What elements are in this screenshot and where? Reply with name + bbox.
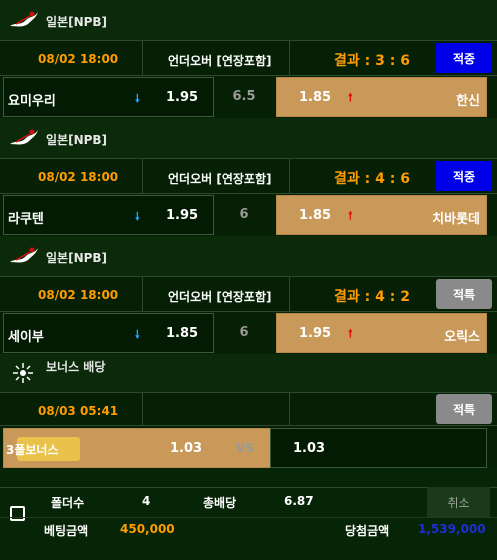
game-result: 결과 : 3 : 6 [334, 53, 410, 69]
home-team: 세이부 [8, 330, 44, 345]
status-badge: 적특 [436, 394, 492, 424]
market-type: 언더오버 [연장포함] [168, 290, 272, 304]
win-amount-value: 1,539,000 [418, 522, 486, 536]
bet-row: 요미우리 🠗 1.95 6.5 1.85 🠕 한신 [0, 76, 497, 118]
win-amount-label: 당첨금액 [345, 524, 390, 538]
japan-flag-icon [10, 247, 38, 263]
away-odds: 1.95 [299, 326, 332, 341]
game-time: 08/02 18:00 [38, 170, 119, 184]
japan-flag-icon [10, 129, 38, 145]
game-result: 결과 : 4 : 2 [334, 289, 410, 305]
away-team: 오릭스 [444, 330, 480, 345]
bet-summary: 폴더수 4 총배당 6.87 취소 베팅금액 450,000 당첨금액 1,53… [0, 470, 497, 560]
bonus-label: 3폴보너스 [6, 443, 59, 457]
vs-label: VS [236, 441, 254, 455]
home-team: 라쿠텐 [8, 212, 44, 227]
status-badge: 적중 [436, 161, 492, 191]
bet-row: 세이부 🠗 1.85 6 1.95 🠕 오릭스 [0, 312, 497, 354]
market-type: 언더오버 [연장포함] [168, 172, 272, 186]
status-badge: 적특 [436, 279, 492, 309]
select-checkbox[interactable] [10, 506, 25, 521]
home-option[interactable]: 요미우리 🠗 1.95 [3, 77, 214, 117]
arrow-down-icon: 🠗 [135, 92, 140, 105]
home-team: 요미우리 [8, 94, 56, 109]
bet-amount-label: 베팅금액 [44, 524, 89, 538]
total-odds-value: 6.87 [284, 494, 314, 508]
league-header: 일본[NPB] [0, 236, 497, 276]
away-option[interactable]: 1.95 🠕 오릭스 [276, 313, 487, 353]
away-option[interactable]: 1.85 🠕 치바롯데 [276, 195, 487, 235]
bonus-time: 08/03 05:41 [38, 404, 119, 418]
sparkle-icon [13, 363, 33, 383]
bet-row: 라쿠텐 🠗 1.95 6 1.85 🠕 치바롯데 [0, 194, 497, 236]
bonus-header: 보너스 배당 [0, 354, 497, 392]
away-odds: 1.85 [299, 90, 332, 105]
game-info-row: 08/02 18:00 언더오버 [연장포함] 결과 : 4 : 6 적중 [0, 158, 497, 194]
game-time: 08/02 18:00 [38, 288, 119, 302]
league-header: 일본[NPB] [0, 0, 497, 40]
home-odds: 1.95 [166, 208, 199, 223]
market-type: 언더오버 [연장포함] [168, 54, 272, 68]
game-time: 08/02 18:00 [38, 52, 119, 66]
league-header: 일본[NPB] [0, 118, 497, 158]
bonus-title: 보너스 배당 [46, 360, 106, 374]
away-team: 한신 [456, 94, 480, 109]
folder-count-value: 4 [142, 494, 151, 508]
bonus-bet-row: 3폴보너스 1.03 VS 1.03 [0, 426, 497, 468]
arrow-down-icon: 🠗 [135, 328, 140, 341]
total-odds-label: 총배당 [203, 496, 237, 510]
bonus-right-odds: 1.03 [293, 441, 326, 456]
arrow-up-icon: 🠕 [348, 209, 353, 222]
arrow-up-icon: 🠕 [348, 327, 353, 340]
handicap-line: 6 [239, 207, 249, 222]
game-info-row: 08/02 18:00 언더오버 [연장포함] 결과 : 3 : 6 적중 [0, 40, 497, 76]
bonus-left-odds: 1.03 [170, 441, 203, 456]
away-option[interactable]: 1.85 🠕 한신 [276, 77, 487, 117]
handicap-line: 6 [239, 325, 249, 340]
bonus-right-option[interactable]: 1.03 [270, 428, 487, 468]
away-team: 치바롯데 [432, 212, 480, 227]
arrow-down-icon: 🠗 [135, 210, 140, 223]
arrow-up-icon: 🠕 [348, 91, 353, 104]
game-info-row: 08/02 18:00 언더오버 [연장포함] 결과 : 4 : 2 적특 [0, 276, 497, 312]
bet-amount-value: 450,000 [120, 522, 175, 536]
handicap-line: 6.5 [232, 89, 256, 104]
cancel-button[interactable]: 취소 [427, 487, 490, 517]
away-odds: 1.85 [299, 208, 332, 223]
japan-flag-icon [10, 11, 38, 27]
bonus-left-option[interactable]: 3폴보너스 1.03 [3, 428, 274, 468]
bonus-info-row: 08/03 05:41 적특 [0, 392, 497, 427]
status-badge: 적중 [436, 43, 492, 73]
home-odds: 1.95 [166, 90, 199, 105]
game-result: 결과 : 4 : 6 [334, 171, 410, 187]
league-title: 일본[NPB] [46, 133, 108, 147]
home-option[interactable]: 라쿠텐 🠗 1.95 [3, 195, 214, 235]
folder-count-label: 폴더수 [51, 496, 85, 510]
league-title: 일본[NPB] [46, 15, 108, 29]
league-title: 일본[NPB] [46, 251, 108, 265]
home-option[interactable]: 세이부 🠗 1.85 [3, 313, 214, 353]
home-odds: 1.85 [166, 326, 199, 341]
